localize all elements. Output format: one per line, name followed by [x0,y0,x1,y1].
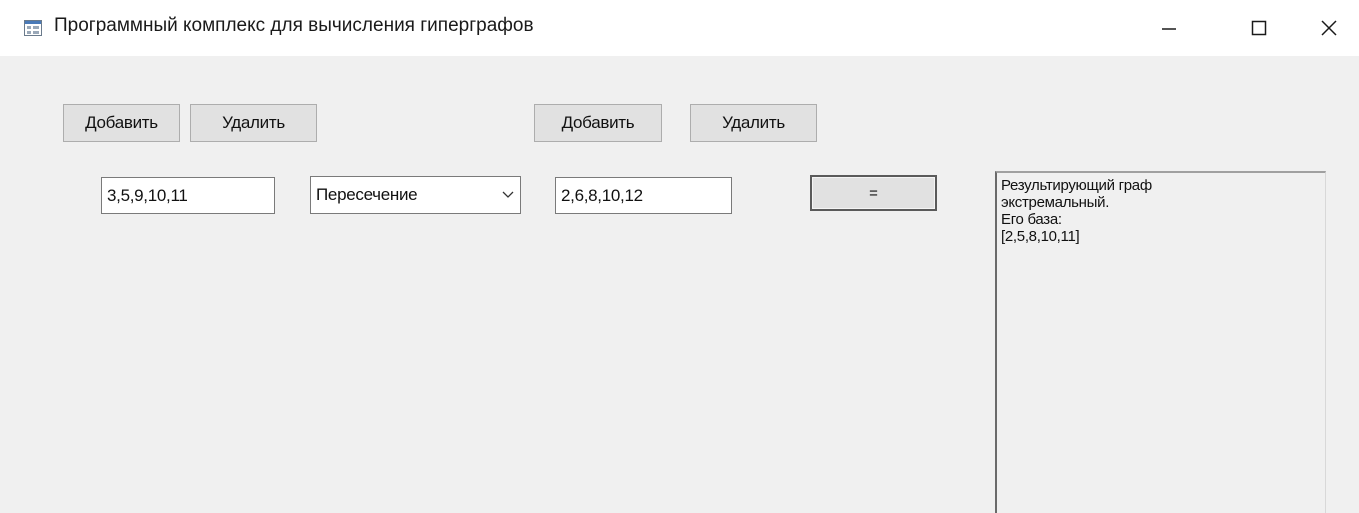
maximize-icon [1251,20,1267,36]
left-set-input[interactable] [101,177,275,214]
right-set-input[interactable] [555,177,732,214]
close-button[interactable] [1299,0,1359,56]
chevron-down-icon[interactable] [496,191,520,199]
window-title: Программный комплекс для вычисления гипе… [54,15,534,36]
title-bar[interactable]: Программный комплекс для вычисления гипе… [0,0,1359,56]
form-icon[interactable] [24,20,42,36]
minimize-button[interactable] [1139,0,1199,56]
close-icon [1320,19,1338,37]
client-area: Добавить Удалить Добавить Удалить Пересе… [0,56,1359,513]
right-add-button[interactable]: Добавить [534,104,662,142]
right-remove-button[interactable]: Удалить [690,104,817,142]
left-add-button[interactable]: Добавить [63,104,180,142]
minimize-icon [1161,20,1177,36]
left-remove-button[interactable]: Удалить [190,104,317,142]
operation-selected-value: Пересечение [316,185,418,204]
result-output[interactable]: Результирующий граф экстремальный. Его б… [995,171,1326,513]
operation-select[interactable]: Пересечение [310,176,521,214]
app-window: Программный комплекс для вычисления гипе… [0,0,1359,513]
compute-button[interactable]: = [810,175,937,211]
maximize-button[interactable] [1229,0,1289,56]
